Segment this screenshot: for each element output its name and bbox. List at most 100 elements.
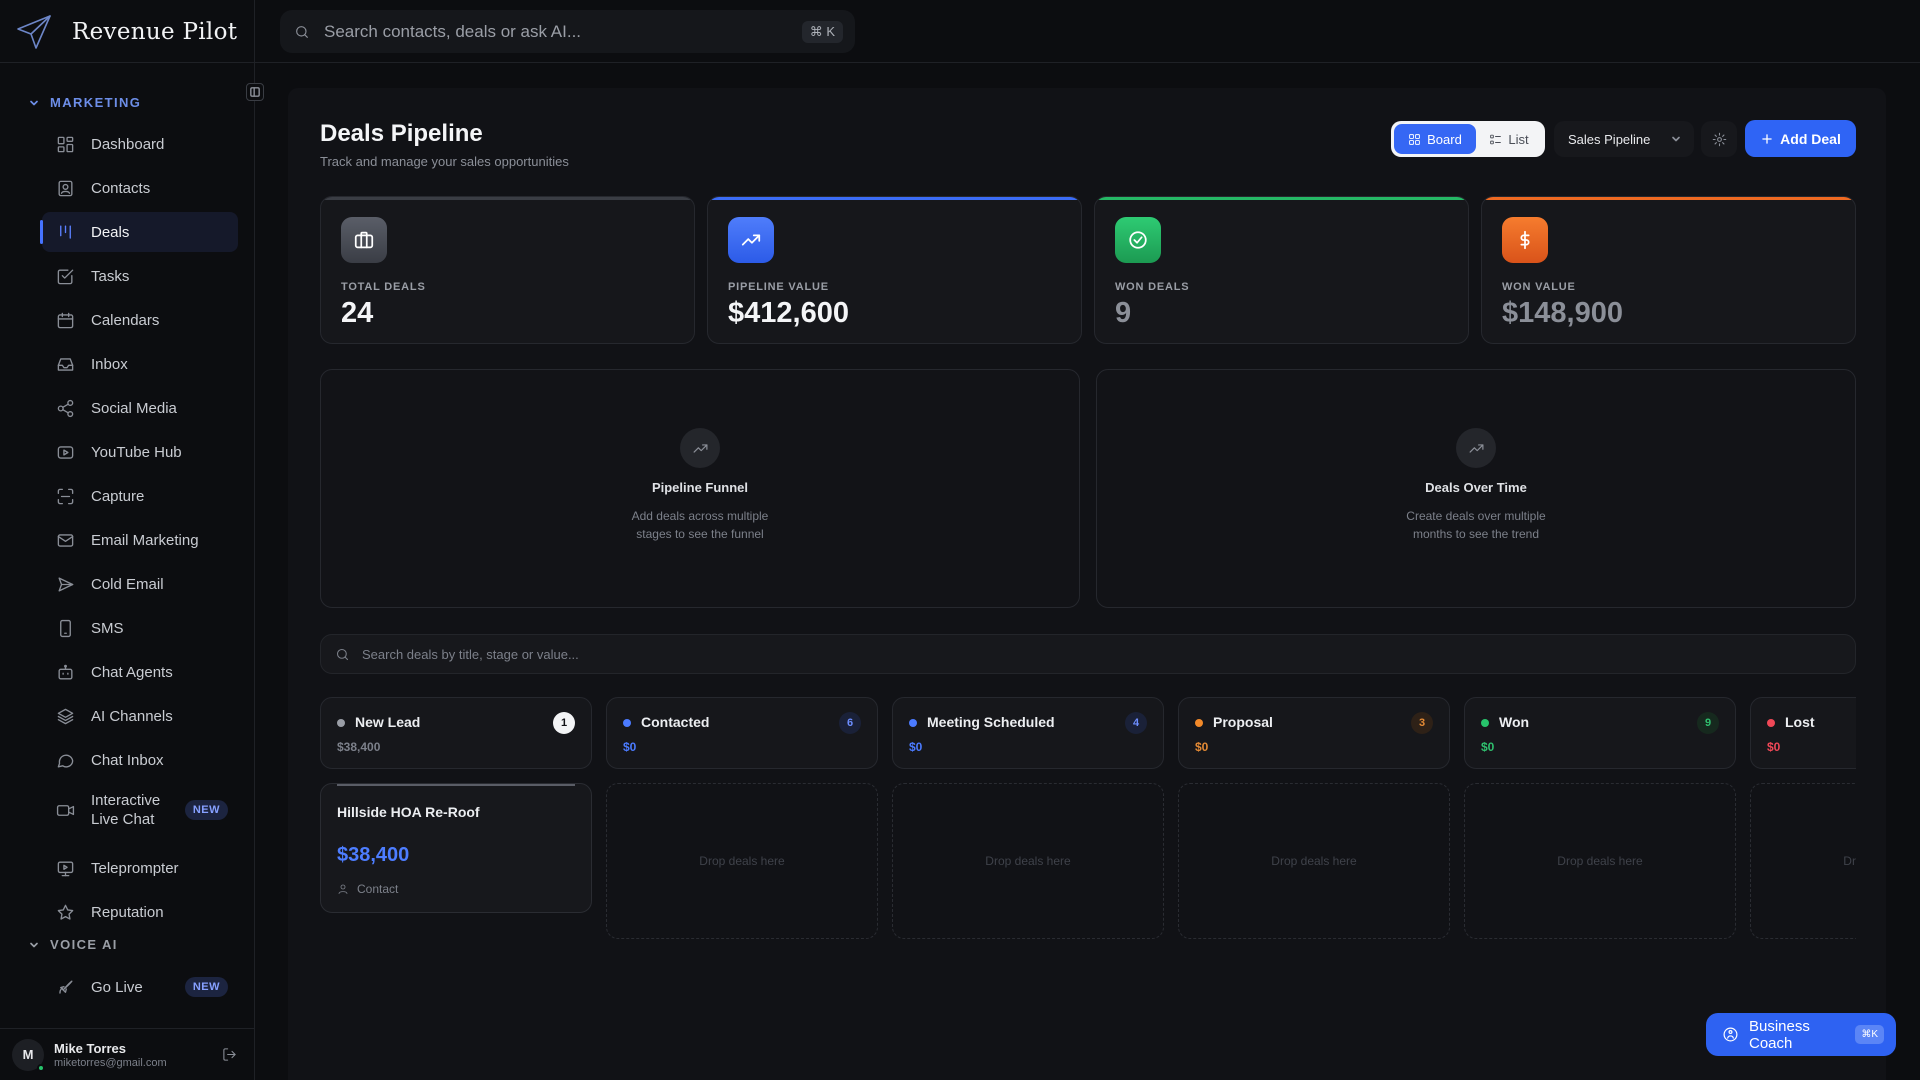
sidebar-item-chat-agents[interactable]: Chat Agents [42, 652, 238, 692]
sidebar-item-label: Social Media [91, 399, 177, 417]
stat-card-won-deals: WON DEALS 9 [1094, 196, 1469, 344]
stat-accent-line [1095, 197, 1468, 200]
list-view-button[interactable]: List [1476, 124, 1542, 154]
checkbox-icon [57, 268, 74, 284]
user-email: miketorres@gmail.com [54, 1056, 167, 1069]
calendar-icon [57, 312, 74, 328]
trending-up-icon [728, 217, 774, 263]
check-circle-icon [1115, 217, 1161, 263]
sidebar-item-reputation[interactable]: Reputation [42, 892, 238, 932]
drop-zone[interactable]: Drop deals here [606, 783, 878, 939]
user-profile[interactable]: M Mike Torres miketorres@gmail.com [0, 1028, 255, 1080]
column-header-proposal[interactable]: Proposal 3 $0 [1178, 697, 1450, 769]
pipeline-settings-button[interactable] [1701, 121, 1737, 157]
sidebar-item-label: Tasks [91, 267, 130, 285]
deal-search-placeholder: Search deals by title, stage or value... [362, 646, 579, 662]
column-name: Proposal [1213, 714, 1273, 730]
sidebar-item-calendars[interactable]: Calendars [42, 300, 238, 340]
sidebar-item-ai-channels[interactable]: AI Channels [42, 696, 238, 736]
pipeline-select[interactable]: Sales Pipeline [1554, 121, 1694, 157]
global-search-input[interactable]: Search contacts, deals or ask AI... ⌘ K [280, 10, 855, 53]
star-icon [57, 904, 74, 920]
grid-icon [57, 136, 74, 152]
sidebar-item-teleprompter[interactable]: Teleprompter [42, 848, 238, 888]
deal-card[interactable]: Hillside HOA Re-Roof $38,400 Contact [320, 783, 592, 913]
stat-card-pipeline-value: PIPELINE VALUE $412,600 [707, 196, 1082, 344]
section-marketing[interactable]: MARKETING [28, 95, 141, 110]
sidebar-item-contacts[interactable]: Contacts [42, 168, 238, 208]
chat-bubble-icon [57, 754, 74, 768]
stat-accent-line [1482, 197, 1855, 200]
video-icon [56, 804, 75, 816]
deal-contact[interactable]: Contact [337, 882, 398, 896]
drop-zone[interactable]: Drop deals here [1750, 783, 1856, 939]
sidebar-item-interactive-live-chat[interactable]: Interactive Live Chat NEW [42, 784, 238, 836]
stat-card-won-value: WON VALUE $148,900 [1481, 196, 1856, 344]
sidebar-item-cold-email[interactable]: Cold Email [42, 564, 238, 604]
logout-icon [223, 1048, 236, 1061]
sidebar-item-chat-inbox[interactable]: Chat Inbox [42, 740, 238, 780]
column-header-won[interactable]: Won 9 $0 [1464, 697, 1736, 769]
column-name: Meeting Scheduled [927, 714, 1055, 730]
sidebar-item-dashboard[interactable]: Dashboard [42, 124, 238, 164]
sidebar-item-inbox[interactable]: Inbox [42, 344, 238, 384]
stat-label: WON VALUE [1502, 281, 1576, 293]
stage-dot [623, 719, 631, 727]
phone-icon [60, 619, 71, 637]
logout-button[interactable] [222, 1047, 237, 1062]
list-icon [1490, 134, 1502, 144]
new-badge: NEW [184, 800, 228, 820]
pipeline-select-value: Sales Pipeline [1568, 131, 1651, 147]
briefcase-icon [341, 217, 387, 263]
search-icon [336, 648, 349, 660]
list-view-label: List [1508, 131, 1529, 147]
sidebar-item-label: Cold Email [91, 575, 164, 593]
sidebar-item-label: Email Marketing [91, 531, 199, 549]
board-view-button[interactable]: Board [1394, 124, 1476, 154]
sidebar-item-label: Chat Inbox [91, 751, 164, 769]
drop-zone[interactable]: Drop deals here [1178, 783, 1450, 939]
sidebar-item-youtube-hub[interactable]: YouTube Hub [42, 432, 238, 472]
avatar-initial: M [22, 1047, 34, 1062]
sidebar-item-label: Dashboard [91, 135, 165, 153]
drop-zone-label: Drop deals here [1557, 854, 1643, 868]
column-total: $38,400 [337, 740, 381, 754]
contact-book-icon [58, 180, 73, 196]
dollar-icon [1502, 217, 1548, 263]
deal-title: Hillside HOA Re-Roof [337, 804, 480, 820]
sidebar-item-tasks[interactable]: Tasks [42, 256, 238, 296]
brand[interactable]: Revenue Pilot [0, 0, 255, 63]
top-bar: Revenue Pilot Search contacts, deals or … [0, 0, 1920, 63]
column-header-contacted[interactable]: Contacted 6 $0 [606, 697, 878, 769]
drop-zone[interactable]: Drop deals here [1464, 783, 1736, 939]
youtube-icon [57, 445, 74, 459]
sidebar-item-capture[interactable]: Capture [42, 476, 238, 516]
column-total: $0 [623, 740, 637, 754]
drop-zone[interactable]: Drop deals here [892, 783, 1164, 939]
sidebar-item-email-marketing[interactable]: Email Marketing [42, 520, 238, 560]
sidebar-item-deals[interactable]: Deals [40, 212, 238, 252]
column-header-meeting-scheduled[interactable]: Meeting Scheduled 4 $0 [892, 697, 1164, 769]
sidebar-collapse-button[interactable] [246, 83, 264, 101]
sidebar-item-social-media[interactable]: Social Media [42, 388, 238, 428]
sidebar-item-label: Teleprompter [91, 859, 179, 877]
paper-plane-logo-icon [14, 12, 54, 52]
send-icon [58, 576, 74, 592]
sidebar-item-go-live[interactable]: Go Live NEW [42, 967, 238, 1007]
column-count-badge: 6 [839, 712, 861, 734]
add-deal-button[interactable]: Add Deal [1745, 120, 1856, 157]
column-header-lost[interactable]: Lost $0 [1750, 697, 1856, 769]
stat-accent-line [321, 197, 694, 200]
stat-value: $148,900 [1502, 297, 1623, 329]
column-header-new-lead[interactable]: New Lead 1 $38,400 [320, 697, 592, 769]
section-voice-ai[interactable]: VOICE AI [28, 937, 118, 952]
monitor-icon [57, 860, 74, 876]
app-name: Revenue Pilot [72, 18, 238, 45]
deal-search-input[interactable]: Search deals by title, stage or value... [320, 634, 1856, 674]
business-coach-button[interactable]: Business Coach ⌘K [1706, 1013, 1896, 1056]
column-name: Contacted [641, 714, 710, 730]
sidebar-item-sms[interactable]: SMS [42, 608, 238, 648]
sidebar-item-label: Chat Agents [91, 663, 173, 681]
column-name: Won [1499, 714, 1530, 730]
chart-empty-message: Create deals over multiple months to see… [1406, 509, 1546, 541]
